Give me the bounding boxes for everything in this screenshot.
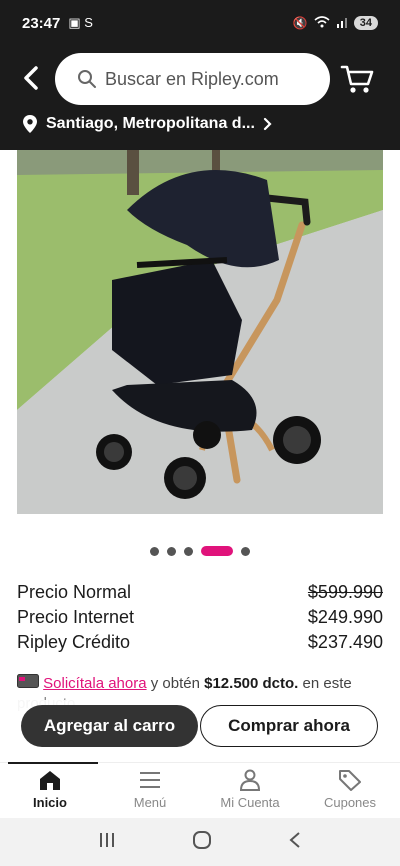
chevron-right-icon: [263, 117, 272, 131]
status-time: 23:47: [22, 14, 61, 32]
promo-text-after: en este: [298, 675, 352, 692]
notification-icons: ▣ S: [68, 15, 93, 30]
tab-menu[interactable]: Menú: [100, 763, 200, 818]
back-nav-icon[interactable]: [288, 831, 302, 854]
user-icon: [239, 769, 261, 791]
price-label: Precio Normal: [17, 582, 132, 602]
cart-icon[interactable]: [340, 63, 374, 95]
price-label: Precio Internet: [17, 607, 135, 627]
tab-inicio[interactable]: Inicio: [0, 762, 100, 818]
battery-icon: 34: [353, 16, 378, 30]
price-value: $249.990: [307, 607, 383, 627]
product-image[interactable]: [17, 150, 383, 514]
recent-apps-icon[interactable]: [98, 831, 116, 854]
home-icon: [40, 771, 60, 790]
tab-label: Mi Cuenta: [220, 795, 280, 810]
add-to-cart-button[interactable]: Agregar al carro: [21, 705, 198, 747]
credit-promo: Solicítala ahora y obtén $12.500 dcto. e…: [17, 674, 397, 692]
status-bar: 23:47 ▣ S 🔇 34: [0, 0, 400, 46]
tab-label: Cupones: [323, 795, 377, 810]
promo-text: y obtén: [146, 675, 205, 692]
price-row-normal: Precio Normal $599.990: [17, 580, 383, 605]
tag-icon: [339, 770, 361, 791]
promo-amount: $12.500 dcto.: [204, 675, 299, 692]
carousel-dot-active[interactable]: [201, 546, 233, 556]
carousel-dot[interactable]: [150, 546, 159, 556]
price-value: $599.990: [307, 582, 383, 602]
menu-icon: [140, 772, 160, 788]
tab-cupones[interactable]: Cupones: [300, 763, 400, 818]
search-icon: [78, 70, 96, 88]
search-input[interactable]: Buscar en Ripley.com: [55, 53, 330, 105]
carousel-dot[interactable]: [167, 546, 176, 556]
signal-icon: [336, 16, 348, 31]
tab-mi-cuenta[interactable]: Mi Cuenta: [200, 763, 300, 818]
location-selector[interactable]: Santiago, Metropolitana d...: [22, 114, 273, 134]
price-table: Precio Normal $599.990 Precio Internet $…: [17, 580, 383, 655]
bottom-tab-bar: Inicio Menú Mi Cuenta Cupones: [0, 762, 400, 818]
credit-card-icon: [17, 674, 43, 692]
mute-icon: 🔇: [292, 16, 308, 30]
carousel-dot[interactable]: [184, 546, 193, 556]
buy-now-button[interactable]: Comprar ahora: [200, 705, 378, 747]
solicitala-link[interactable]: Solicítala ahora: [43, 675, 146, 692]
price-row-internet: Precio Internet $249.990: [17, 605, 383, 630]
carousel-indicator[interactable]: [0, 546, 400, 556]
price-value: $237.490: [307, 632, 383, 652]
location-pin-icon: [23, 115, 37, 133]
price-label: Ripley Crédito: [17, 632, 131, 652]
wifi-icon: [314, 15, 330, 31]
system-nav-bar: [0, 818, 400, 866]
search-placeholder: Buscar en Ripley.com: [105, 68, 279, 89]
carousel-dot[interactable]: [241, 546, 250, 556]
location-label: Santiago, Metropolitana d...: [46, 115, 255, 132]
status-right: 🔇 34: [292, 15, 378, 31]
home-nav-icon[interactable]: [192, 830, 212, 855]
tab-label: Inicio: [33, 795, 67, 810]
price-row-ripley-credito: Ripley Crédito $237.490: [17, 630, 383, 655]
app-header: Buscar en Ripley.com Santiago, Metropoli…: [0, 46, 400, 150]
action-bar: Agregar al carro Comprar ahora: [0, 700, 400, 762]
tab-label: Menú: [133, 795, 167, 810]
back-arrow-icon[interactable]: [18, 64, 46, 92]
